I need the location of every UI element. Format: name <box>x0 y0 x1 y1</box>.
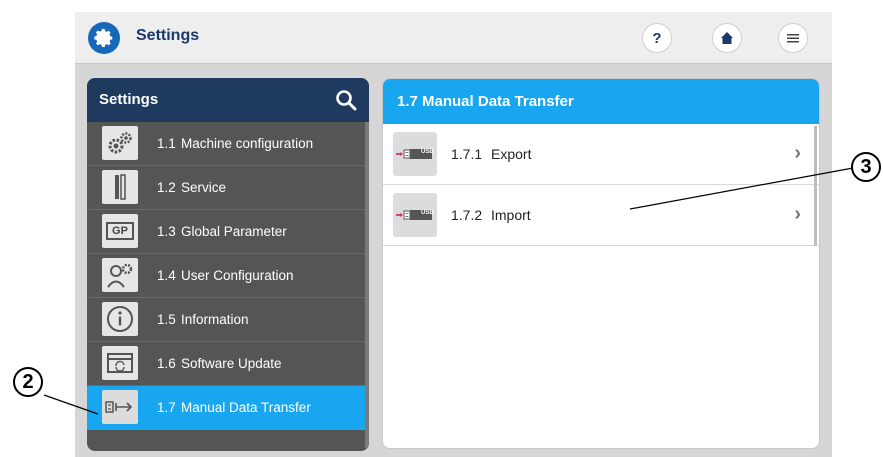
callout-leader-lines <box>43 167 854 415</box>
callout-left-number: 2 <box>22 370 34 393</box>
callout-left: 2 <box>13 367 43 397</box>
callout-right-number: 3 <box>860 155 872 178</box>
callout-right: 3 <box>851 152 881 182</box>
